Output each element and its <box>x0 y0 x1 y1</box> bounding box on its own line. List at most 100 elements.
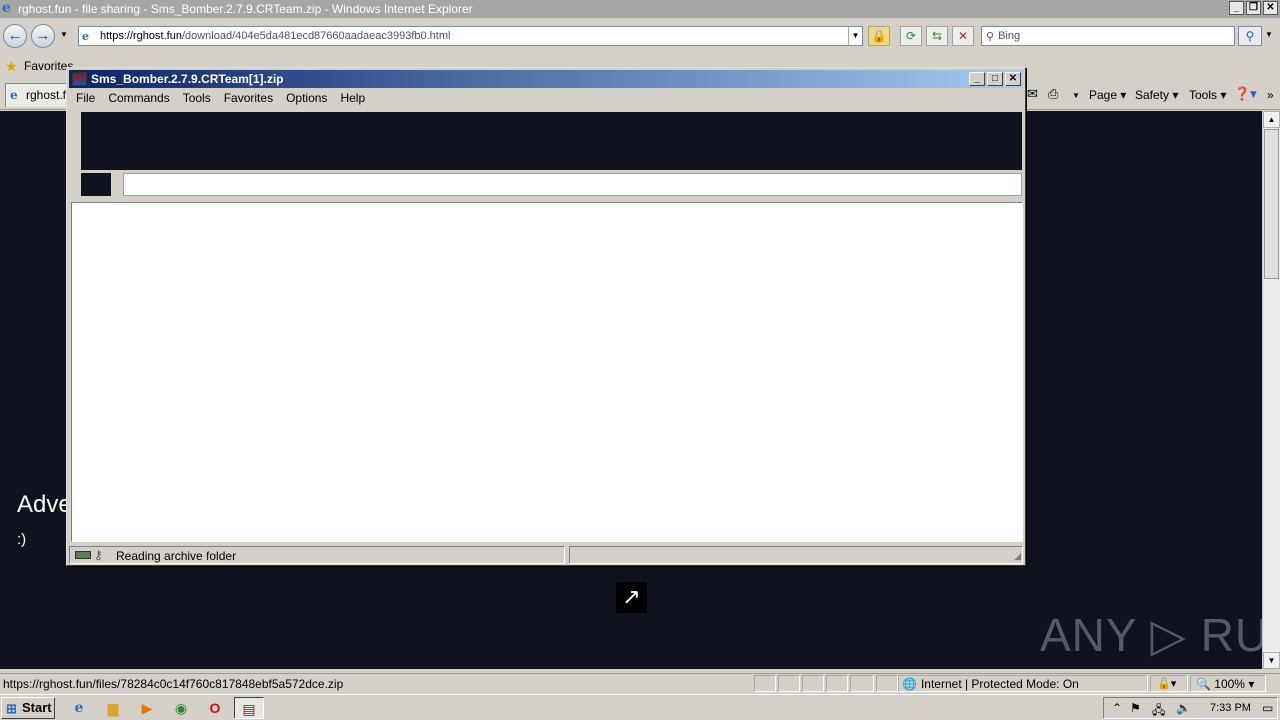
history-dropdown-icon[interactable]: ▼ <box>60 30 68 39</box>
ie-window-controls: _ ❐ ✕ <box>1229 1 1278 15</box>
archive-path-field[interactable] <box>123 173 1022 196</box>
minimize-icon[interactable]: _ <box>969 72 985 86</box>
status-cell <box>802 675 824 692</box>
system-tray: ⌃ ⚑ 🖧 🔈 7:33 PM ▭ <box>1103 697 1278 719</box>
safety-menu-label: Safety <box>1135 88 1170 102</box>
scroll-down-icon[interactable]: ▼ <box>1263 652 1280 669</box>
tab-rghost[interactable]: e rghost.f <box>5 83 75 107</box>
url-host: https://rghost.fun <box>100 30 182 42</box>
winrar-window-controls: _ □ ✕ <box>969 72 1021 86</box>
forward-button[interactable]: → <box>31 24 55 48</box>
ie-window-title: rghost.fun - file sharing - Sms_Bomber.2… <box>18 2 473 16</box>
up-folder-button[interactable] <box>81 173 111 196</box>
page-scrollbar[interactable]: ▲ ▼ <box>1262 111 1280 669</box>
menu-help[interactable]: Help <box>333 89 371 108</box>
taskbar-ie-icon[interactable]: e <box>64 697 94 719</box>
start-button[interactable]: ⊞ Start <box>1 697 55 719</box>
page-menu-label: Page <box>1089 88 1118 102</box>
lock-settings-icon[interactable]: 🔓▾ <box>1157 677 1176 690</box>
taskbar: ⊞ Start e ▆ ▶ ◉ O ▤ ⌃ ⚑ 🖧 🔈 7:33 PM ▭ <box>0 694 1280 720</box>
ie-titlebar: e rghost.fun - file sharing - Sms_Bomber… <box>0 0 1280 18</box>
expand-arrow-icon[interactable]: ↗ <box>616 582 647 613</box>
network-icon[interactable]: 🖧 <box>1152 701 1165 720</box>
more-commands-icon[interactable]: » <box>1267 88 1274 102</box>
search-button[interactable]: ⚲ <box>1238 26 1262 46</box>
taskbar-winrar-icon[interactable]: ▤ <box>234 697 264 719</box>
close-icon[interactable]: ✕ <box>1005 72 1021 86</box>
status-cell <box>754 675 776 692</box>
status-cell <box>850 675 874 692</box>
refresh-icon[interactable]: ⇆ <box>926 26 948 46</box>
archive-file-list[interactable] <box>71 202 1023 542</box>
taskbar-opera-icon[interactable]: O <box>200 697 230 719</box>
clock[interactable]: 7:33 PM <box>1210 702 1251 714</box>
smiley-text: :) <box>17 531 27 548</box>
tab-favicon-icon: e <box>10 88 18 102</box>
status-cell <box>876 675 898 692</box>
safety-menu[interactable]: Safety ▾ <box>1135 88 1178 102</box>
status-cell-left: ⚷ Reading archive folder <box>69 546 565 564</box>
scroll-thumb[interactable] <box>1264 129 1279 279</box>
advertisement-heading: Adve <box>17 491 72 518</box>
taskbar-explorer-icon[interactable]: ▆ <box>98 697 128 719</box>
close-icon[interactable]: ✕ <box>1263 1 1278 15</box>
address-bar[interactable]: e https://rghost.fun/download/404e5da481… <box>78 26 863 46</box>
back-button[interactable]: ← <box>3 24 27 48</box>
zone-label: Internet | Protected Mode: On <box>920 677 1079 691</box>
winrar-app-icon <box>72 72 87 86</box>
security-zone[interactable]: 🌐 Internet | Protected Mode: On <box>902 677 1079 691</box>
tab-label: rghost.f <box>26 88 67 102</box>
search-input[interactable]: ⚲ Bing <box>981 26 1235 46</box>
tools-menu[interactable]: Tools ▾ <box>1189 88 1226 102</box>
status-cell-right: ◢ <box>569 546 1023 564</box>
page-menu[interactable]: Page ▾ <box>1089 88 1126 102</box>
stop-icon[interactable]: ✕ <box>952 26 974 46</box>
menu-file[interactable]: File <box>69 89 101 108</box>
winrar-path-row <box>81 173 1022 197</box>
menu-commands[interactable]: Commands <box>101 89 175 108</box>
show-hidden-icons-icon[interactable]: ⌃ <box>1112 701 1122 715</box>
taskbar-chrome-icon[interactable]: ◉ <box>166 697 196 719</box>
address-dropdown-icon[interactable]: ▼ <box>848 27 862 45</box>
resize-grip-icon[interactable]: ◢ <box>1014 551 1021 562</box>
winrar-menu-bar: File Commands Tools Favorites Options He… <box>69 89 1023 108</box>
globe-icon: 🌐 <box>902 677 917 691</box>
print-dropdown-icon[interactable]: ▼ <box>1072 91 1080 100</box>
winrar-toolbar <box>81 112 1022 170</box>
restore-icon[interactable]: ❐ <box>1246 1 1261 15</box>
taskbar-media-player-icon[interactable]: ▶ <box>132 697 162 719</box>
scroll-up-icon[interactable]: ▲ <box>1263 111 1280 128</box>
zoom-value: 100% <box>1214 677 1245 691</box>
winrar-title: Sms_Bomber.2.7.9.CRTeam[1].zip <box>91 72 284 86</box>
key-icon: ⚷ <box>94 548 103 562</box>
winrar-status-bar: ⚷ Reading archive folder ◢ <box>69 546 1023 564</box>
windows-flag-icon: ⊞ <box>6 701 17 716</box>
navigation-bar: ← → ▼ e https://rghost.fun/download/404e… <box>0 18 1280 54</box>
compatibility-icon[interactable]: ⟳ <box>900 26 922 46</box>
minimize-icon[interactable]: _ <box>1229 1 1244 15</box>
menu-favorites[interactable]: Favorites <box>217 89 279 108</box>
anyrun-watermark: ANY ▷ RUN <box>1040 609 1262 661</box>
maximize-icon[interactable]: □ <box>987 72 1003 86</box>
url-path: /download/404e5da481ecd87660aadaeac3993f… <box>181 30 451 42</box>
menu-options[interactable]: Options <box>279 89 333 108</box>
action-center-flag-icon[interactable]: ⚑ <box>1130 701 1141 715</box>
page-icon: e <box>82 29 89 43</box>
tools-menu-label: Tools <box>1189 88 1218 102</box>
favorites-star-icon[interactable]: ★ <box>5 58 18 75</box>
menu-tools[interactable]: Tools <box>176 89 217 108</box>
volume-icon[interactable]: 🔈 <box>1176 701 1191 715</box>
zoom-level[interactable]: 🔍 100% ▾ <box>1196 677 1254 691</box>
lock-icon[interactable]: 🔒 <box>868 26 890 46</box>
winrar-window: Sms_Bomber.2.7.9.CRTeam[1].zip _ □ ✕ Fil… <box>66 67 1026 566</box>
print-icon[interactable]: ⎙ <box>1048 86 1058 102</box>
search-icon: ⚲ <box>986 30 995 43</box>
search-options-icon[interactable]: ▼ <box>1265 30 1273 39</box>
help-icon[interactable]: ❓▾ <box>1234 86 1257 102</box>
status-cell <box>778 675 800 692</box>
show-desktop-icon[interactable]: ▭ <box>1262 701 1273 715</box>
drive-icon <box>75 551 91 559</box>
winrar-titlebar[interactable]: Sms_Bomber.2.7.9.CRTeam[1].zip _ □ ✕ <box>69 70 1023 88</box>
start-label: Start <box>22 700 52 715</box>
read-mail-icon[interactable]: ✉ <box>1027 86 1038 102</box>
